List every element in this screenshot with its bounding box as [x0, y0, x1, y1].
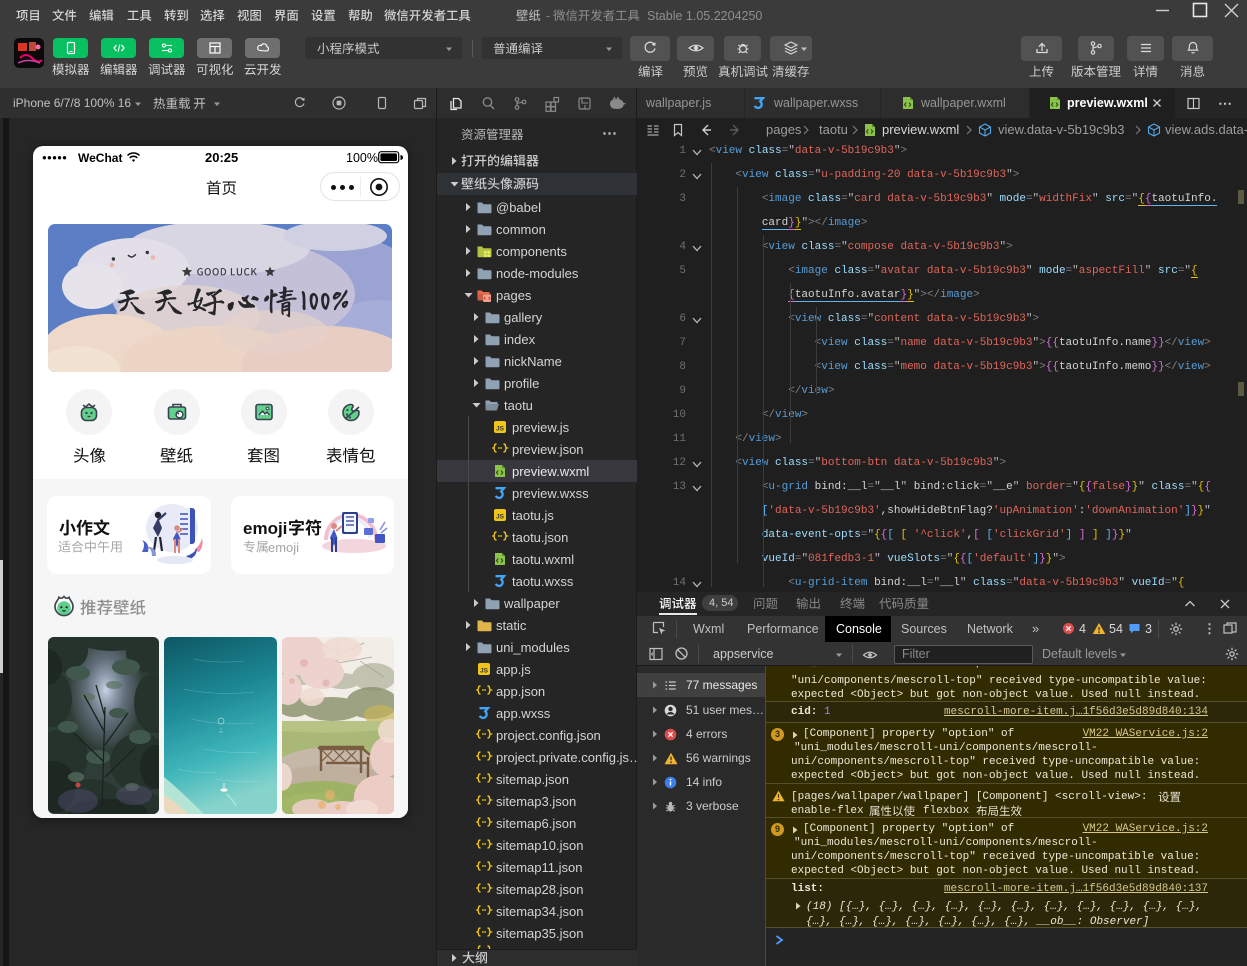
svg-text:JS: JS [496, 426, 505, 433]
svg-text:JS: JS [496, 514, 505, 521]
svg-text:JS: JS [480, 668, 489, 675]
